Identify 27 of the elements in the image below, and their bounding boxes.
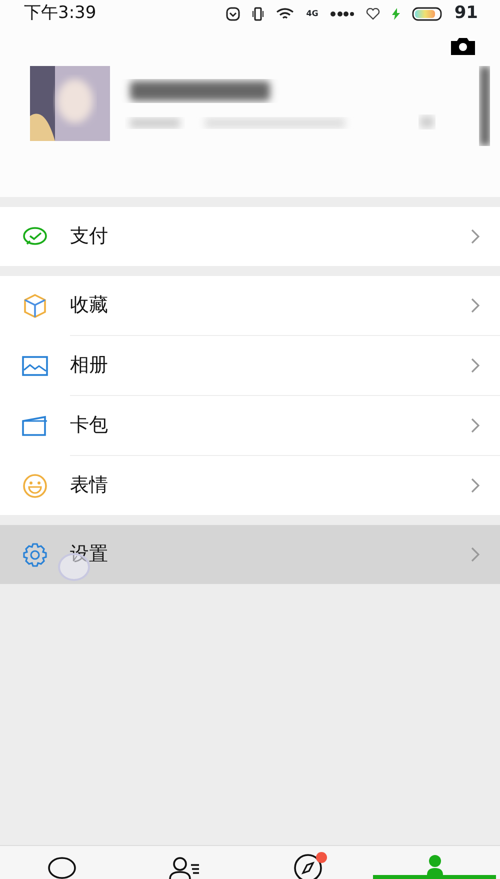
wifi-icon xyxy=(276,7,294,21)
compass-icon xyxy=(292,853,322,879)
signal-icon xyxy=(330,11,354,17)
chevron-icon xyxy=(471,229,480,244)
card-icon xyxy=(22,414,48,436)
chevron-icon xyxy=(471,358,480,373)
settings-icon xyxy=(22,542,48,568)
battery-icon xyxy=(412,7,442,21)
contacts-icon xyxy=(168,855,200,879)
camera-icon[interactable] xyxy=(450,36,476,56)
chevron-icon xyxy=(471,547,480,562)
image-icon xyxy=(22,354,48,376)
chat-icon xyxy=(46,855,76,879)
status-time: 下午3:39 xyxy=(24,2,96,26)
network-label: 4G xyxy=(306,10,318,18)
battery-level: 91 xyxy=(454,2,478,26)
pocket-icon xyxy=(226,7,240,21)
chevron-icon xyxy=(471,418,480,433)
wallet-icon xyxy=(22,226,48,248)
heart-icon xyxy=(366,8,380,20)
cube-icon xyxy=(22,292,48,318)
chevron-icon xyxy=(471,478,480,493)
chevron-icon xyxy=(471,298,480,313)
charging-icon xyxy=(392,8,400,20)
smiley-icon xyxy=(22,472,48,498)
badge-dot xyxy=(316,852,326,863)
vibrate-icon xyxy=(252,7,264,21)
